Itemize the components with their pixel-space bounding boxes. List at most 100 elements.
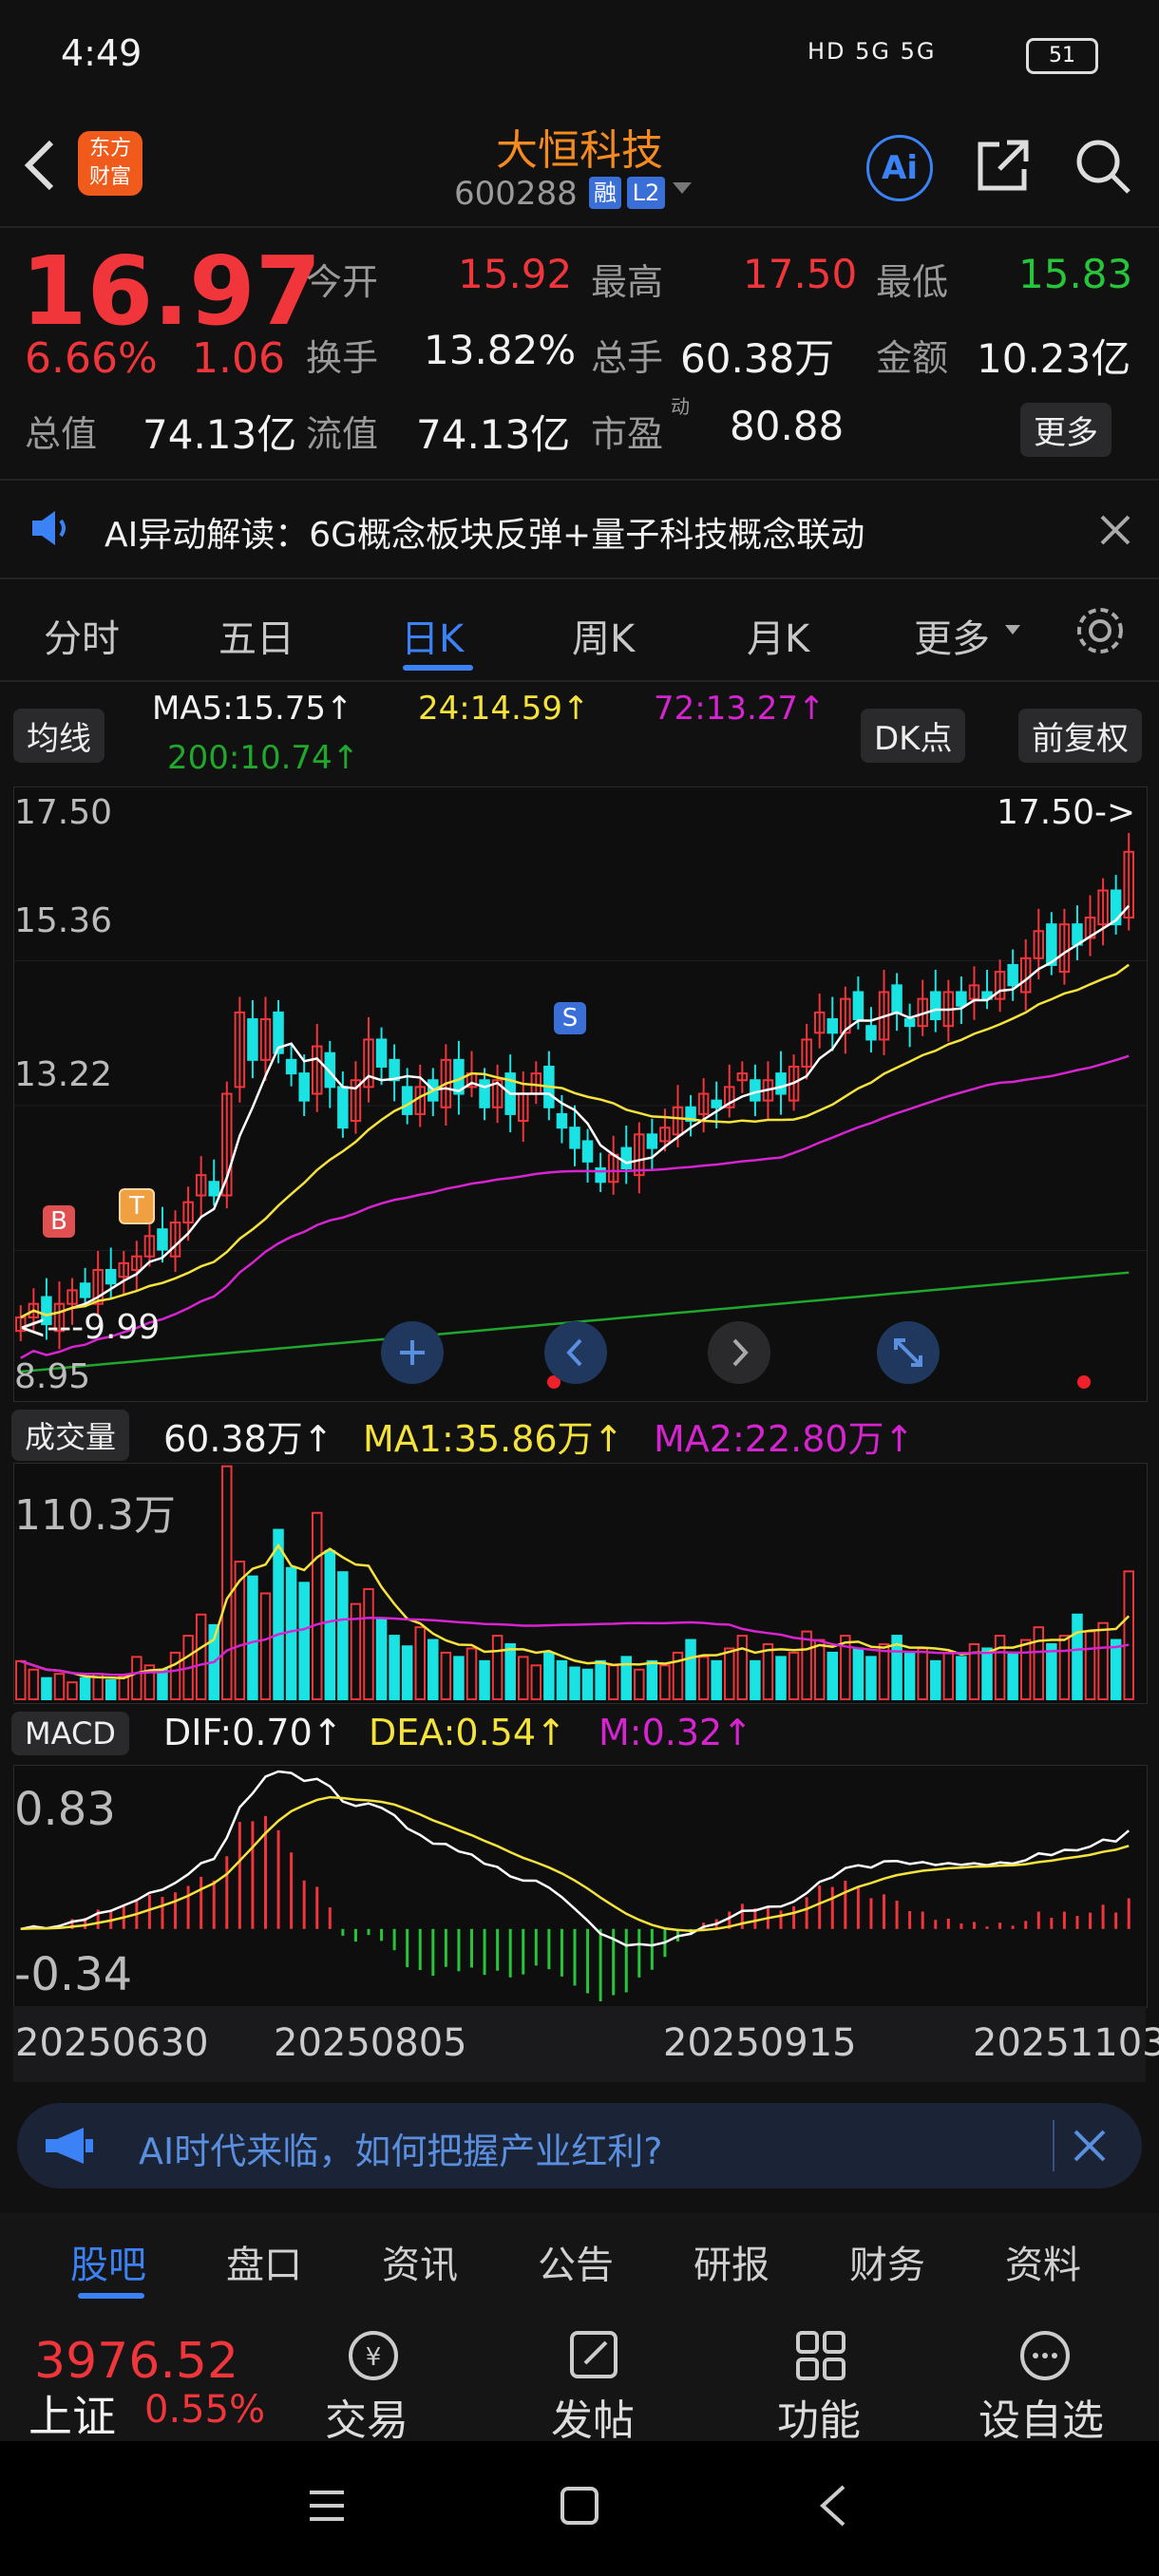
volume-bar [401, 1645, 413, 1701]
dropdown-caret-icon[interactable] [673, 182, 692, 194]
volume-bar [852, 1647, 864, 1700]
back-button[interactable] [21, 137, 59, 191]
macd-panel[interactable]: 0.83 -0.34 [13, 1765, 1148, 2008]
tab-weekly-k[interactable]: 周K [572, 608, 635, 663]
settings-gear-icon[interactable] [1074, 604, 1127, 657]
sell-signal-badge[interactable]: S [554, 1002, 586, 1034]
close-icon[interactable] [1072, 2128, 1108, 2164]
tab-announcements[interactable]: 公告 [538, 2234, 614, 2289]
volume-bar [28, 1668, 40, 1700]
svg-text:¥: ¥ [366, 2343, 382, 2372]
menu-icon[interactable] [306, 2485, 348, 2527]
zoom-in-button[interactable] [381, 1321, 444, 1384]
volume-bar [169, 1651, 181, 1701]
tab-intraday[interactable]: 分时 [44, 608, 120, 663]
search-button[interactable] [1072, 135, 1132, 196]
scroll-right-button[interactable] [708, 1321, 770, 1384]
volume-bar [530, 1664, 542, 1701]
fullscreen-button[interactable] [877, 1321, 940, 1384]
plus-icon [400, 1340, 425, 1365]
ai-insight-banner[interactable]: AI异动解读：6G概念板块反弹+量子科技概念联动 [0, 484, 1159, 576]
max-price-marker: 17.50-> [997, 793, 1136, 832]
tab-forum[interactable]: 股吧 [70, 2234, 146, 2289]
edit-post-icon [570, 2331, 618, 2378]
tab-orderbook[interactable]: 盘口 [226, 2234, 302, 2289]
turnover-value: 13.82% [424, 327, 577, 373]
candle-body [930, 991, 941, 1021]
tab-more[interactable]: 更多 [914, 608, 990, 663]
candlestick-chart[interactable] [14, 787, 1147, 1401]
scroll-left-button[interactable] [544, 1321, 607, 1384]
post-button[interactable]: 发帖 [551, 2386, 635, 2447]
more-dots-icon [1020, 2331, 1070, 2380]
volume-bar [543, 1651, 555, 1701]
more-quote-button[interactable]: 更多 [1020, 403, 1112, 457]
low-label: 最低 [876, 261, 949, 303]
functions-button[interactable]: 功能 [777, 2386, 861, 2447]
ma5-value: MA5:15.75↑ [152, 690, 353, 728]
ma-selector[interactable]: 均线 [13, 709, 104, 763]
volume-bar [118, 1675, 130, 1700]
share-button[interactable] [973, 135, 1034, 196]
volume-bar [724, 1647, 735, 1700]
promo-banner[interactable]: AI时代来临，如何把握产业红利? [17, 2103, 1142, 2188]
index-name[interactable]: 上证 [28, 2382, 116, 2445]
tab-news[interactable]: 资讯 [382, 2234, 458, 2289]
volume-bar [195, 1613, 207, 1700]
volume-bar [1072, 1613, 1083, 1700]
dk-point-button[interactable]: DK点 [861, 709, 966, 763]
volume-bar [41, 1676, 52, 1700]
volume-bar [788, 1651, 800, 1701]
macd-selector[interactable]: MACD [11, 1712, 129, 1755]
candle-body [852, 991, 864, 1021]
volume-bar [1019, 1638, 1032, 1700]
adjust-mode-button[interactable]: 前复权 [1018, 709, 1142, 763]
low-value: 15.83 [1018, 251, 1133, 297]
kline-panel[interactable]: 17.50 15.36 13.22 8.95 17.50-> <---9.99 … [13, 786, 1148, 1402]
back-icon[interactable] [813, 2483, 855, 2529]
trade-button[interactable]: 交易 [325, 2386, 408, 2447]
candle-body [285, 1058, 297, 1075]
tab-monthly-k[interactable]: 月K [747, 608, 809, 663]
tab-daily-k[interactable]: 日K [401, 608, 464, 663]
tab-five-day[interactable]: 五日 [218, 608, 294, 663]
candle-body [479, 1079, 490, 1108]
volume-ma1: MA1:35.86万↑ [363, 1418, 624, 1460]
pe-superscript: 动 [671, 395, 690, 418]
candle-body [775, 1072, 787, 1095]
volume-bar [221, 1465, 233, 1701]
footer-bar: 3976.52 上证 0.55% ¥ 交易 发帖 功能 设自选 [0, 2308, 1159, 2445]
stock-header: 东方 财富 大恒科技 600288 融 L2 Ai [0, 114, 1159, 228]
tab-profile[interactable]: 资料 [1005, 2234, 1081, 2289]
ma200-value: 200:10.74↑ [167, 739, 360, 777]
candle-body [104, 1269, 117, 1285]
candle-body [556, 1112, 568, 1129]
candle-body [826, 1018, 839, 1034]
close-icon[interactable] [1098, 513, 1132, 547]
candle-body [298, 1072, 310, 1102]
date-label: 20250915 [663, 2021, 857, 2065]
volume-selector[interactable]: 成交量 [11, 1410, 130, 1461]
candle-body [247, 1018, 258, 1061]
change-value: 1.06 [192, 334, 285, 383]
stock-code: 600288 [454, 175, 578, 213]
t-signal-badge[interactable]: T [119, 1188, 155, 1224]
volume-bar [750, 1659, 761, 1700]
date-axis: 20250630 20250805 20250915 20251103 [13, 2006, 1159, 2082]
buy-signal-badge[interactable]: B [43, 1205, 75, 1238]
tab-research[interactable]: 研报 [694, 2234, 770, 2289]
tab-financials[interactable]: 财务 [849, 2234, 925, 2289]
home-icon[interactable] [559, 2485, 600, 2527]
volume-bar [930, 1659, 941, 1700]
add-watchlist-button[interactable]: 设自选 [978, 2386, 1104, 2447]
ai-assistant-button[interactable]: Ai [866, 135, 933, 201]
volume-panel[interactable]: 110.3万 [13, 1463, 1148, 1704]
volume-bar [466, 1647, 478, 1700]
volume-bar [337, 1571, 349, 1700]
index-value[interactable]: 3976.52 [34, 2333, 238, 2390]
promo-text: AI时代来临，如何把握产业红利? [139, 2131, 663, 2172]
volume-bar [389, 1635, 400, 1700]
app-logo: 东方 财富 [78, 131, 142, 196]
volume-bar [1084, 1630, 1096, 1701]
volume-bar [595, 1659, 606, 1700]
